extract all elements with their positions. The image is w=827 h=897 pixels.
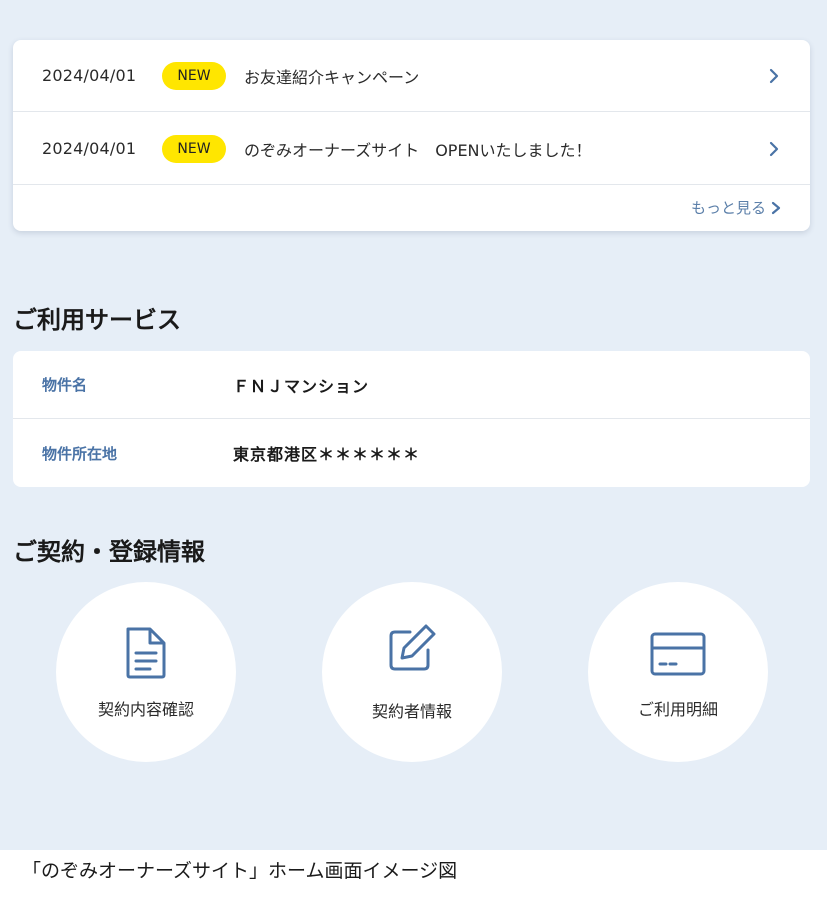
news-title: お友達紹介キャンペーン bbox=[244, 67, 420, 87]
contractor-info-label: 契約者情報 bbox=[371, 702, 452, 721]
property-name-label: 物件名 bbox=[42, 376, 88, 394]
usage-statement-label: ご利用明細 bbox=[637, 700, 718, 719]
news-item[interactable]: 2024/04/01 NEW お友達紹介キャンペーン bbox=[13, 40, 810, 112]
new-badge: NEW bbox=[162, 61, 226, 90]
news-item[interactable]: 2024/04/01 NEW のぞみオーナーズサイト OPENいたしました！ bbox=[13, 113, 810, 185]
contract-details-button[interactable]: 契約内容確認 bbox=[56, 582, 236, 762]
services-card: 物件名 ＦＮＪマンション 物件所在地 東京都港区＊＊＊＊＊＊ bbox=[13, 351, 810, 487]
credit-card-icon bbox=[650, 632, 706, 676]
new-badge: NEW bbox=[162, 134, 226, 163]
chevron-right-icon bbox=[771, 201, 781, 214]
property-address-label: 物件所在地 bbox=[42, 444, 118, 463]
contract-details-label: 契約内容確認 bbox=[97, 700, 194, 719]
figure-caption: 「のぞみオーナーズサイト」ホーム画面イメージ図 bbox=[22, 860, 458, 882]
contractor-info-button[interactable]: 契約者情報 bbox=[322, 582, 502, 762]
news-card: 2024/04/01 NEW お友達紹介キャンペーン 2024/04/01 NE… bbox=[13, 40, 810, 231]
home-screen: 2024/04/01 NEW お友達紹介キャンペーン 2024/04/01 NE… bbox=[0, 0, 827, 850]
news-date: 2024/04/01 bbox=[42, 139, 137, 158]
chevron-right-icon bbox=[769, 68, 779, 83]
more-news-link[interactable]: もっと見る bbox=[691, 197, 782, 218]
document-icon bbox=[126, 627, 166, 679]
news-title: のぞみオーナーズサイト OPENいたしました！ bbox=[244, 140, 592, 160]
edit-icon bbox=[389, 624, 436, 671]
service-row: 物件所在地 東京都港区＊＊＊＊＊＊ bbox=[13, 419, 810, 487]
property-name-value: ＦＮＪマンション bbox=[233, 376, 370, 396]
property-address-value: 東京都港区＊＊＊＊＊＊ bbox=[233, 445, 421, 464]
news-date: 2024/04/01 bbox=[42, 66, 137, 85]
contract-heading: ご契約・登録情報 bbox=[13, 538, 205, 566]
services-heading: ご利用サービス bbox=[13, 306, 181, 334]
service-row: 物件名 ＦＮＪマンション bbox=[13, 351, 810, 419]
usage-statement-button[interactable]: ご利用明細 bbox=[588, 582, 768, 762]
more-news-label: もっと見る bbox=[690, 199, 766, 217]
chevron-right-icon bbox=[769, 141, 779, 156]
